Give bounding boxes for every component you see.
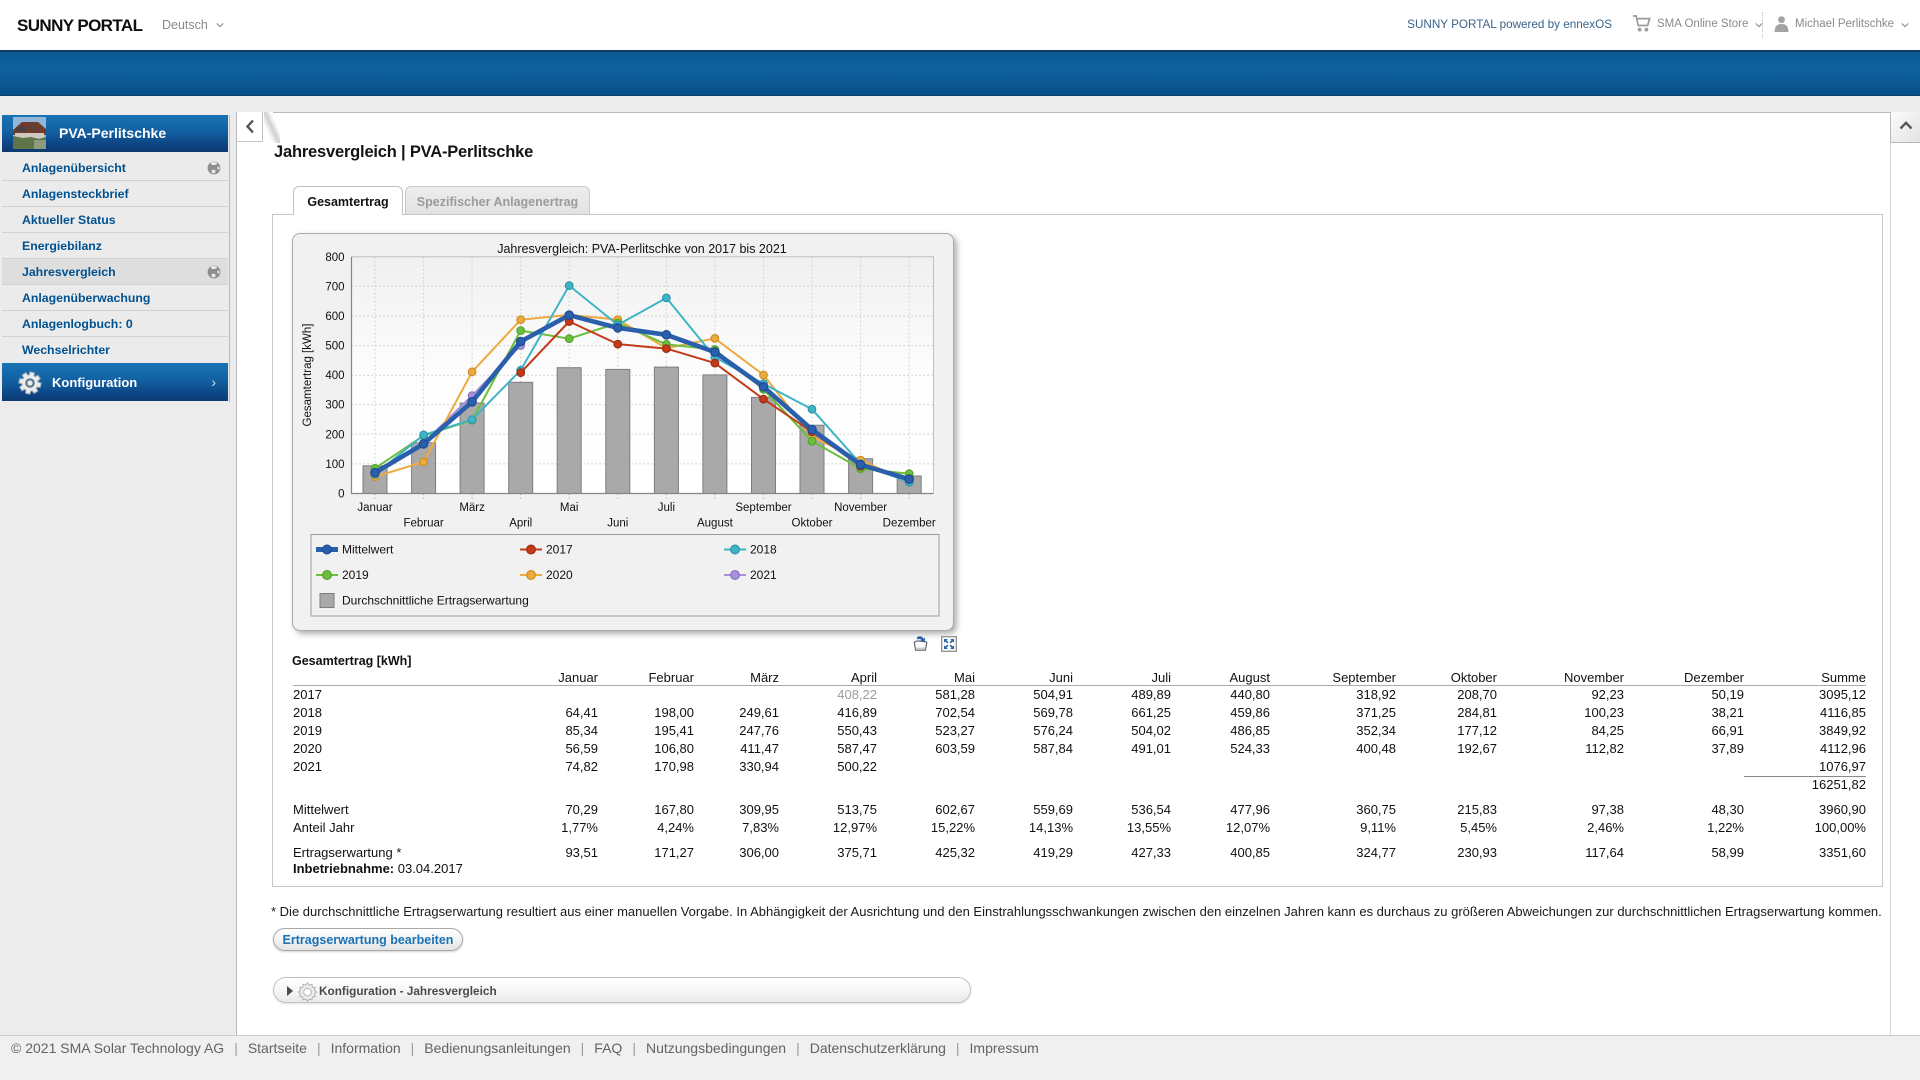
svg-text:Januar: Januar	[357, 502, 392, 514]
svg-text:300: 300	[325, 400, 344, 412]
svg-text:200: 200	[325, 429, 344, 441]
svg-text:600: 600	[325, 311, 344, 323]
svg-text:500: 500	[325, 341, 344, 353]
svg-text:Oktober: Oktober	[792, 518, 833, 530]
svg-text:September: September	[735, 502, 791, 514]
svg-text:Jahresvergleich: PVA-Perlitsch: Jahresvergleich: PVA-Perlitschke von 201…	[497, 242, 787, 256]
svg-text:0: 0	[338, 489, 344, 501]
svg-text:Mittelwert: Mittelwert	[342, 543, 394, 557]
svg-text:800: 800	[325, 252, 344, 264]
svg-text:2020: 2020	[546, 568, 573, 582]
svg-text:2017: 2017	[546, 543, 573, 557]
svg-text:April: April	[509, 518, 532, 530]
svg-text:2019: 2019	[342, 568, 369, 582]
svg-text:August: August	[697, 518, 734, 530]
svg-text:100: 100	[325, 459, 344, 471]
svg-text:2018: 2018	[750, 543, 777, 557]
svg-text:400: 400	[325, 370, 344, 382]
svg-text:2021: 2021	[750, 568, 777, 582]
svg-text:Dezember: Dezember	[883, 518, 936, 530]
svg-text:Juni: Juni	[607, 518, 628, 530]
svg-text:Gesamtertrag [kWh]: Gesamtertrag [kWh]	[302, 324, 314, 427]
svg-text:November: November	[834, 502, 887, 514]
svg-text:Februar: Februar	[403, 518, 443, 530]
svg-text:Juli: Juli	[658, 502, 675, 514]
svg-text:März: März	[459, 502, 485, 514]
svg-text:Mai: Mai	[560, 502, 579, 514]
svg-text:Durchschnittliche Ertragserwar: Durchschnittliche Ertragserwartung	[342, 594, 529, 608]
svg-text:700: 700	[325, 281, 344, 293]
